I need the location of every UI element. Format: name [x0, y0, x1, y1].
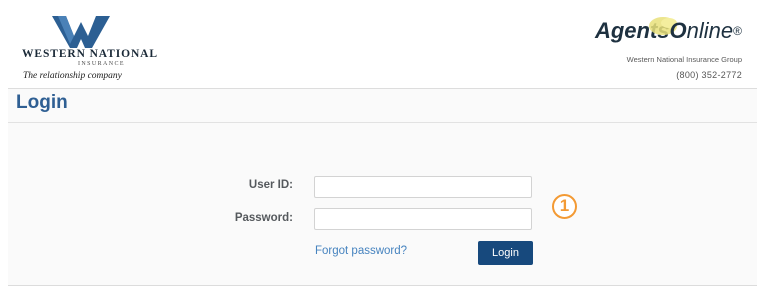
password-input[interactable] — [314, 208, 532, 230]
brand-tagline: The relationship company — [23, 71, 122, 81]
page-title: Login — [16, 92, 68, 113]
header: Western National Insurance The relations… — [8, 4, 757, 88]
agents-online-logo-tail: nline — [686, 18, 734, 43]
agents-online-logo: AgentsOnline® — [595, 17, 742, 44]
login-button[interactable]: Login — [478, 241, 533, 265]
brand-subtitle: Insurance — [78, 61, 125, 67]
brand-name: Western National — [22, 48, 158, 60]
password-label: Password: — [234, 212, 293, 224]
header-divider — [8, 88, 757, 89]
agents-online-logo-letter: O — [669, 18, 687, 43]
title-divider — [8, 122, 757, 123]
user-id-label: User ID: — [248, 179, 293, 191]
registered-mark: ® — [733, 24, 742, 38]
user-id-input[interactable] — [314, 176, 532, 198]
western-national-logo-icon — [52, 16, 110, 48]
footer-divider — [8, 285, 757, 286]
step-marker: 1 — [552, 194, 577, 219]
company-phone: (800) 352-2772 — [676, 70, 742, 80]
company-name: Western National Insurance Group — [626, 55, 742, 64]
forgot-password-link[interactable]: Forgot password? — [315, 245, 407, 257]
